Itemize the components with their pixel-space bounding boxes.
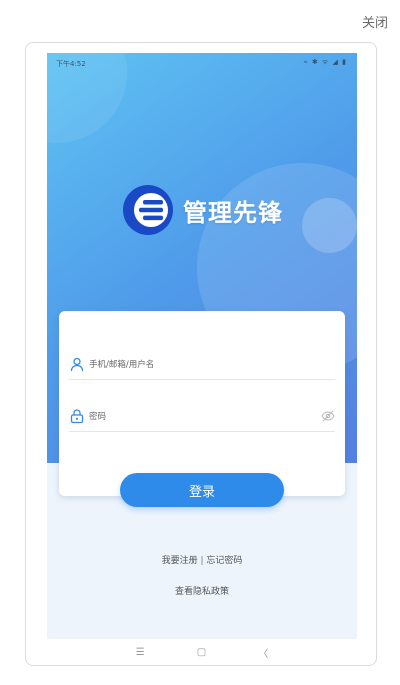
forgot-password-link[interactable]: 忘记密码 (206, 556, 242, 566)
password-placeholder: 密码 (89, 412, 107, 422)
app-logo-icon (123, 185, 173, 235)
app-logo: 管理先锋 (47, 178, 357, 242)
system-nav-bar: ☰ ▢ 〈 (47, 639, 357, 665)
app-screen: 下午4:52 ⌁ ✱ ᯤ ◢ ▮ 管理先锋 手机/邮箱/用户名 密码 登录 我要… (47, 53, 357, 639)
phone-frame: 下午4:52 ⌁ ✱ ᯤ ◢ ▮ 管理先锋 手机/邮箱/用户名 密码 登录 我要… (25, 42, 377, 666)
menu-icon[interactable]: ☰ (136, 647, 145, 658)
eye-off-icon[interactable] (321, 409, 335, 423)
user-icon (70, 357, 84, 372)
login-card: 手机/邮箱/用户名 密码 (59, 311, 345, 496)
home-icon[interactable]: ▢ (197, 647, 206, 658)
app-name: 管理先锋 (183, 198, 283, 227)
lock-icon (70, 409, 84, 424)
status-bar: 下午4:52 ⌁ ✱ ᯤ ◢ ▮ (47, 53, 357, 69)
login-button[interactable]: 登录 (120, 473, 284, 507)
username-placeholder: 手机/邮箱/用户名 (89, 360, 155, 370)
close-button[interactable]: 关闭 (362, 12, 388, 31)
link-separator: | (200, 556, 204, 566)
account-links: 我要注册 | 忘记密码 (47, 553, 357, 566)
back-icon[interactable]: 〈 (258, 645, 268, 660)
register-link[interactable]: 我要注册 (162, 556, 198, 566)
username-field[interactable]: 手机/邮箱/用户名 (69, 349, 335, 380)
privacy-policy-link[interactable]: 查看隐私政策 (47, 584, 357, 597)
status-time: 下午4:52 (56, 60, 86, 68)
status-icons: ⌁ ✱ ᯤ ◢ ▮ (303, 58, 347, 66)
password-field[interactable]: 密码 (69, 401, 335, 432)
